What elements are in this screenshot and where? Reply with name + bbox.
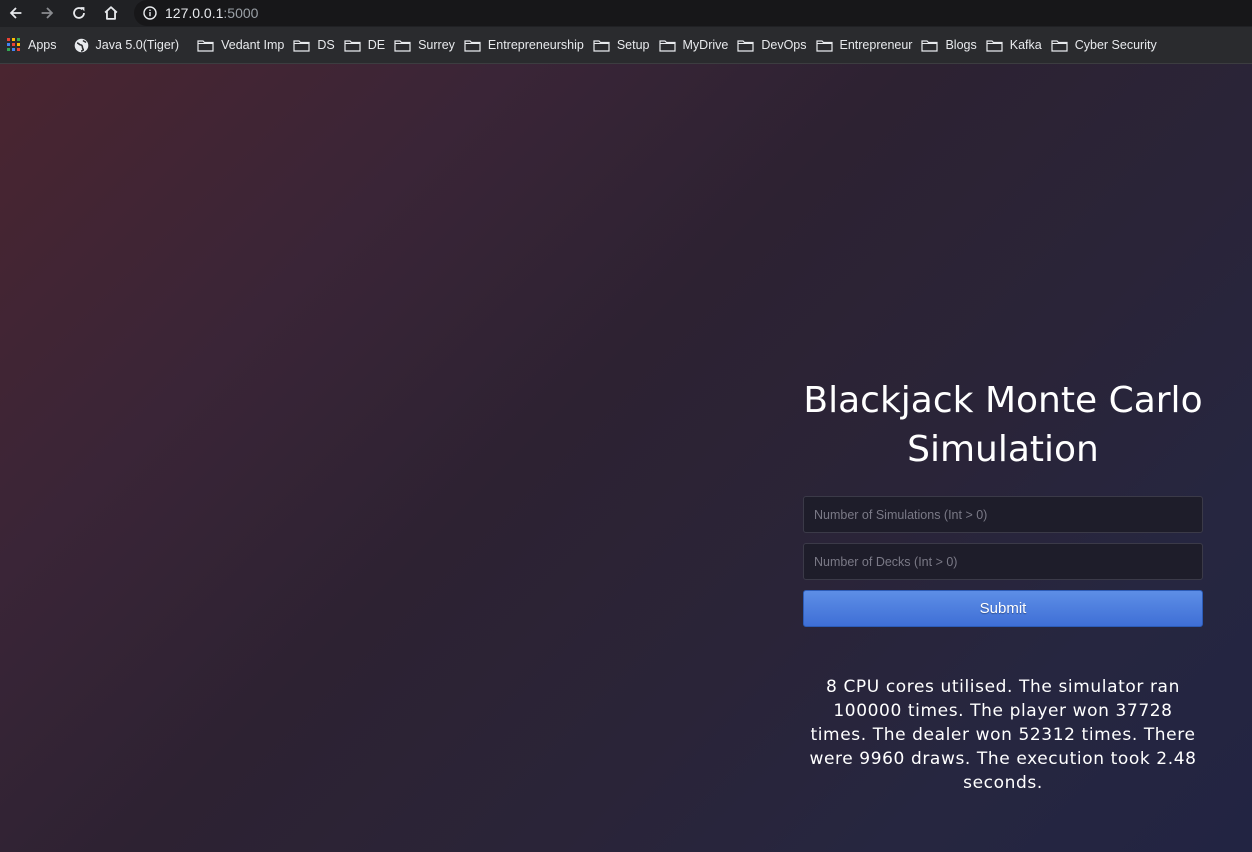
bookmarks-bar: Apps Java 5.0(Tiger) Vedant Imp DS DE Su… xyxy=(0,27,1252,64)
bookmark-folder-blogs[interactable]: Blogs xyxy=(921,32,984,58)
address-bar[interactable]: 127.0.0.1:5000 xyxy=(134,0,1252,26)
bookmark-label: Apps xyxy=(28,38,57,52)
bookmark-folder-de[interactable]: DE xyxy=(344,32,393,58)
bookmark-label: Cyber Security xyxy=(1074,38,1157,52)
bookmark-label: Setup xyxy=(616,38,650,52)
globe-icon xyxy=(74,38,89,53)
submit-button[interactable]: Submit xyxy=(803,590,1203,627)
bookmark-folder-mydrive[interactable]: MyDrive xyxy=(658,32,737,58)
bookmark-folder-entrepreneurship[interactable]: Entrepreneurship xyxy=(464,32,592,58)
bookmark-label: Surrey xyxy=(418,38,455,52)
folder-icon xyxy=(1051,39,1068,52)
simulation-panel: Blackjack Monte Carlo Simulation Submit … xyxy=(803,376,1203,795)
bookmark-folder-entrepreneur[interactable]: Entrepreneur xyxy=(815,32,921,58)
url-port: :5000 xyxy=(223,5,259,21)
simulation-result-text: 8 CPU cores utilised. The simulator ran … xyxy=(809,677,1197,793)
bookmark-label: Vedant Imp xyxy=(221,38,285,52)
folder-icon xyxy=(737,39,754,52)
folder-icon xyxy=(815,39,833,52)
bookmark-label: Kafka xyxy=(1009,38,1042,52)
bookmark-folder-devops[interactable]: DevOps xyxy=(737,32,814,58)
simulation-form: Submit xyxy=(803,496,1203,627)
browser-toolbar: 127.0.0.1:5000 xyxy=(0,0,1252,27)
bookmark-folder-cyber-security[interactable]: Cyber Security xyxy=(1051,32,1165,58)
bookmark-label: Entrepreneurship xyxy=(487,38,584,52)
bookmark-label: DE xyxy=(367,38,386,52)
bookmark-label: Entrepreneur xyxy=(839,38,913,52)
url-host: 127.0.0.1 xyxy=(165,5,224,21)
bookmark-folder-kafka[interactable]: Kafka xyxy=(986,32,1050,58)
browser-window: 127.0.0.1:5000 Apps Java 5.0(Tiger) Veda… xyxy=(0,0,1252,852)
folder-icon xyxy=(344,39,361,52)
page-viewport: Blackjack Monte Carlo Simulation Submit … xyxy=(0,64,1252,852)
bookmark-java[interactable]: Java 5.0(Tiger) xyxy=(74,32,188,58)
simulations-input[interactable] xyxy=(803,496,1203,533)
page-title: Blackjack Monte Carlo Simulation xyxy=(803,380,1203,470)
bookmark-folder-setup[interactable]: Setup xyxy=(593,32,658,58)
home-icon xyxy=(104,6,118,20)
reload-icon xyxy=(73,7,85,19)
folder-icon xyxy=(658,39,676,52)
apps-grid-icon xyxy=(7,38,21,52)
bookmark-label: Blogs xyxy=(945,38,977,52)
info-icon[interactable] xyxy=(143,6,157,20)
bookmark-folder-ds[interactable]: DS xyxy=(293,32,342,58)
bookmark-folder-vedant-imp[interactable]: Vedant Imp xyxy=(197,32,292,58)
folder-icon xyxy=(593,39,610,52)
folder-icon xyxy=(921,39,939,52)
folder-icon xyxy=(293,39,310,52)
bookmark-label: MyDrive xyxy=(682,38,729,52)
arrow-left-icon xyxy=(9,7,22,19)
folder-icon xyxy=(986,39,1003,52)
home-button[interactable] xyxy=(100,2,122,24)
arrow-right-icon xyxy=(41,7,54,19)
folder-icon xyxy=(197,39,214,52)
decks-input[interactable] xyxy=(803,543,1203,580)
forward-button[interactable] xyxy=(36,2,58,24)
reload-button[interactable] xyxy=(68,2,90,24)
bookmark-label: Java 5.0(Tiger) xyxy=(95,38,180,52)
bookmark-label: DS xyxy=(317,38,335,52)
folder-icon xyxy=(464,39,481,52)
back-button[interactable] xyxy=(5,2,27,24)
bookmark-apps[interactable]: Apps xyxy=(7,32,65,58)
folder-icon xyxy=(394,39,411,52)
bookmark-label: DevOps xyxy=(761,38,807,52)
bookmark-folder-surrey[interactable]: Surrey xyxy=(394,32,463,58)
